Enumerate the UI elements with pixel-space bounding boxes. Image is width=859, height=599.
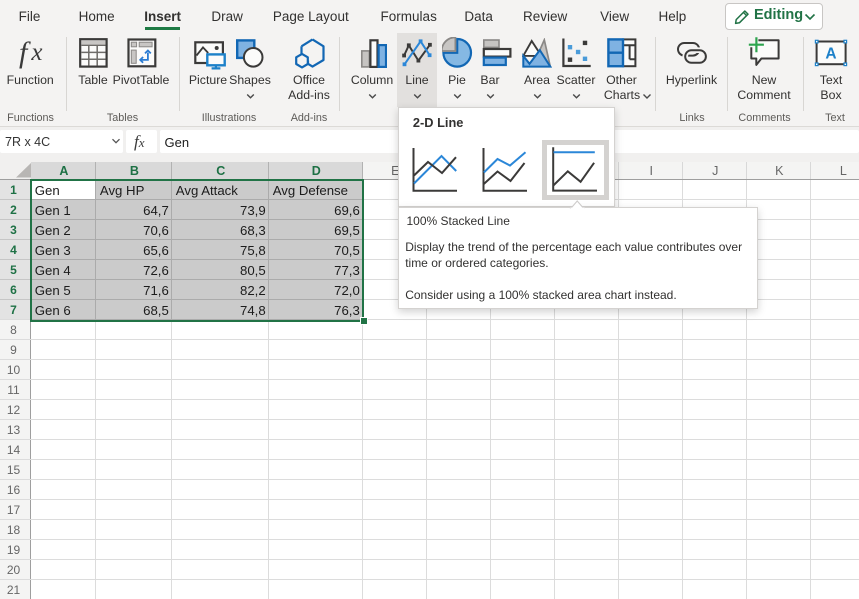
svg-text:A: A	[825, 46, 836, 63]
